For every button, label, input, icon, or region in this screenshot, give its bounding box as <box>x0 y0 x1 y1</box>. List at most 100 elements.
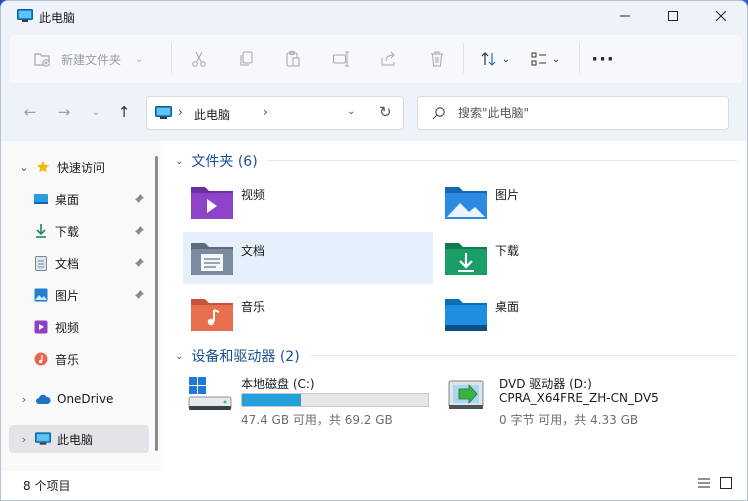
share-icon <box>381 51 395 66</box>
window-title: 此电脑 <box>39 11 76 25</box>
video-folder-icon <box>191 187 233 219</box>
devices-group-title: 设备和驱动器 (2) <box>191 349 300 365</box>
rename-icon <box>333 51 349 67</box>
cut-button[interactable] <box>185 45 213 73</box>
music-icon <box>33 351 49 367</box>
folders-group-header[interactable]: ⌄ 文件夹 (6) <box>175 151 258 171</box>
refresh-icon[interactable]: ↻ <box>379 103 392 121</box>
folder-tile-desktop[interactable]: 桌面 <box>437 288 687 340</box>
paste-button[interactable] <box>279 45 307 73</box>
sidebar-item-music[interactable]: 音乐 <box>31 345 149 373</box>
folder-tile-videos[interactable]: 视频 <box>183 176 433 228</box>
sidebar-item-videos[interactable]: 视频 <box>31 313 149 341</box>
tiles-view-icon <box>720 477 732 489</box>
maximize-button[interactable] <box>649 1 697 31</box>
search-box[interactable] <box>417 96 729 130</box>
chevron-down-icon[interactable]: ⌄ <box>15 161 33 174</box>
folder-tile-documents[interactable]: 文档 <box>183 232 433 284</box>
pin-icon <box>134 290 144 300</box>
search-input[interactable] <box>458 106 718 120</box>
chevron-right-icon[interactable]: › <box>15 433 33 446</box>
arrow-right-icon: → <box>57 103 71 121</box>
sidebar-item-label: 快速访问 <box>57 160 106 175</box>
downloads-folder-icon <box>445 243 487 275</box>
drive-name: DVD 驱动器 (D:) <box>499 377 592 391</box>
close-icon <box>716 11 726 21</box>
desktop-folder-icon <box>445 299 487 331</box>
delete-button[interactable] <box>423 45 451 73</box>
sidebar-item-label: 图片 <box>55 288 80 303</box>
computer-icon <box>17 9 33 22</box>
sidebar-item-downloads[interactable]: 下载 <box>31 217 149 245</box>
drive-tile-d[interactable]: DVD 驱动器 (D:) CPRA_X64FRE_ZH-CN_DV5 0 字节 … <box>445 375 735 427</box>
group-divider <box>267 160 737 161</box>
breadcrumb-chevron-icon[interactable]: › <box>263 105 268 119</box>
address-history-chevron-icon[interactable]: ⌄ <box>347 106 355 117</box>
breadcrumb-chevron-icon[interactable]: › <box>178 105 183 119</box>
share-button[interactable] <box>375 45 403 73</box>
more-options-button[interactable]: ··· <box>589 45 617 73</box>
sidebar-item-onedrive[interactable]: › OneDrive <box>9 385 149 413</box>
minimize-button[interactable] <box>601 1 649 31</box>
drive-name: 本地磁盘 (C:) <box>241 377 315 391</box>
view-button[interactable]: ⌄ <box>525 45 565 73</box>
computer-icon <box>155 106 172 119</box>
music-folder-icon <box>191 299 233 331</box>
cloud-icon <box>35 391 51 407</box>
sort-button[interactable]: ⌄ <box>475 45 515 73</box>
devices-group-header[interactable]: ⌄ 设备和驱动器 (2) <box>175 346 300 366</box>
new-folder-button[interactable]: 新建文件夹 ⌄ <box>33 45 163 73</box>
breadcrumb-this-pc[interactable]: 此电脑 <box>194 106 230 123</box>
tiles-view-button[interactable] <box>717 474 735 492</box>
close-button[interactable] <box>697 1 745 31</box>
rename-button[interactable] <box>327 45 355 73</box>
sidebar-item-quick-access[interactable]: ⌄ 快速访问 <box>9 153 149 181</box>
paste-icon <box>286 51 300 67</box>
file-explorer-window: 此电脑 新建文件夹 ⌄ ⌄ ⌄ ··· ← → ⌄ ↑ › 此电脑 › ⌄ ↻ … <box>0 0 748 501</box>
item-count: 8 个项目 <box>23 479 71 493</box>
pin-icon <box>134 194 144 204</box>
chevron-down-icon[interactable]: ⌄ <box>175 351 183 362</box>
pictures-folder-icon <box>445 187 487 219</box>
title-bar: 此电脑 <box>1 1 747 33</box>
sidebar-item-label: OneDrive <box>57 392 114 406</box>
folder-name: 图片 <box>495 188 520 202</box>
chevron-right-icon[interactable]: › <box>15 393 33 406</box>
sort-icon <box>481 52 496 66</box>
chevron-down-icon[interactable]: ⌄ <box>175 156 183 167</box>
sidebar-item-documents[interactable]: 文档 <box>31 249 149 277</box>
copy-icon <box>240 51 253 66</box>
sidebar-item-label: 文档 <box>55 256 80 271</box>
address-bar[interactable]: › 此电脑 › ⌄ ↻ <box>146 96 404 130</box>
drive-tile-c[interactable]: 本地磁盘 (C:) 47.4 GB 可用，共 69.2 GB <box>187 375 433 427</box>
drive-free-space: 47.4 GB 可用，共 69.2 GB <box>241 413 393 427</box>
folder-tile-downloads[interactable]: 下载 <box>437 232 687 284</box>
forward-button[interactable]: → <box>53 101 75 123</box>
sidebar-item-pictures[interactable]: 图片 <box>31 281 149 309</box>
picture-icon <box>33 287 49 303</box>
documents-folder-icon <box>191 243 233 275</box>
trash-icon <box>431 51 443 67</box>
pin-icon <box>134 226 144 236</box>
folder-name: 音乐 <box>241 300 266 314</box>
sidebar-item-desktop[interactable]: 桌面 <box>31 185 149 213</box>
details-view-button[interactable] <box>695 474 713 492</box>
drive-free-space: 0 字节 可用，共 4.33 GB <box>499 413 639 427</box>
details-view-icon <box>698 478 710 488</box>
group-divider <box>311 355 737 356</box>
sidebar-item-this-pc[interactable]: › 此电脑 <box>9 425 149 453</box>
hard-drive-icon <box>188 377 232 410</box>
back-button[interactable]: ← <box>19 101 41 123</box>
arrow-up-icon: ↑ <box>117 103 131 121</box>
folder-tile-music[interactable]: 音乐 <box>183 288 433 340</box>
recent-locations-button[interactable]: ⌄ <box>85 101 107 123</box>
pin-icon <box>134 258 144 268</box>
scissors-icon <box>192 51 206 67</box>
search-icon <box>432 107 445 120</box>
sidebar-item-label: 视频 <box>55 320 80 335</box>
up-button[interactable]: ↑ <box>113 101 135 123</box>
folder-tile-pictures[interactable]: 图片 <box>437 176 687 228</box>
navigation-pane: ⌄ 快速访问 桌面 下载 文档 图片 视频 音乐 › OneDrive › 此电… <box>1 141 161 471</box>
copy-button[interactable] <box>233 45 261 73</box>
sidebar-scrollbar[interactable] <box>155 156 158 451</box>
